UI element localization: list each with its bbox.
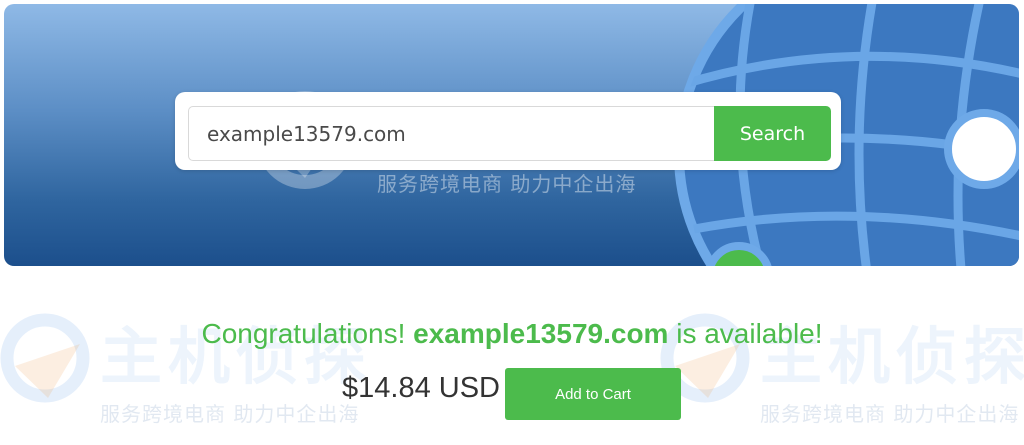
globe-node-white (944, 109, 1019, 189)
available-domain: example13579.com (413, 318, 669, 349)
page: 主机侦探 服务跨境电商 助力中企出海 Search 主机侦探 服务跨境电商 助力… (0, 0, 1024, 445)
availability-suffix: is available! (668, 318, 823, 349)
search-button[interactable]: Search (714, 106, 831, 161)
availability-prefix: Congratulations! (201, 318, 414, 349)
watermark-subtitle: 服务跨境电商 助力中企出海 (760, 402, 1020, 426)
availability-message: Congratulations! example13579.com is ava… (0, 318, 1024, 350)
domain-price: $14.84 USD (342, 372, 500, 404)
watermark-subtitle: 服务跨境电商 助力中企出海 (100, 402, 360, 426)
domain-search-input[interactable] (188, 106, 716, 161)
add-to-cart-button[interactable]: Add to Cart (505, 368, 681, 420)
